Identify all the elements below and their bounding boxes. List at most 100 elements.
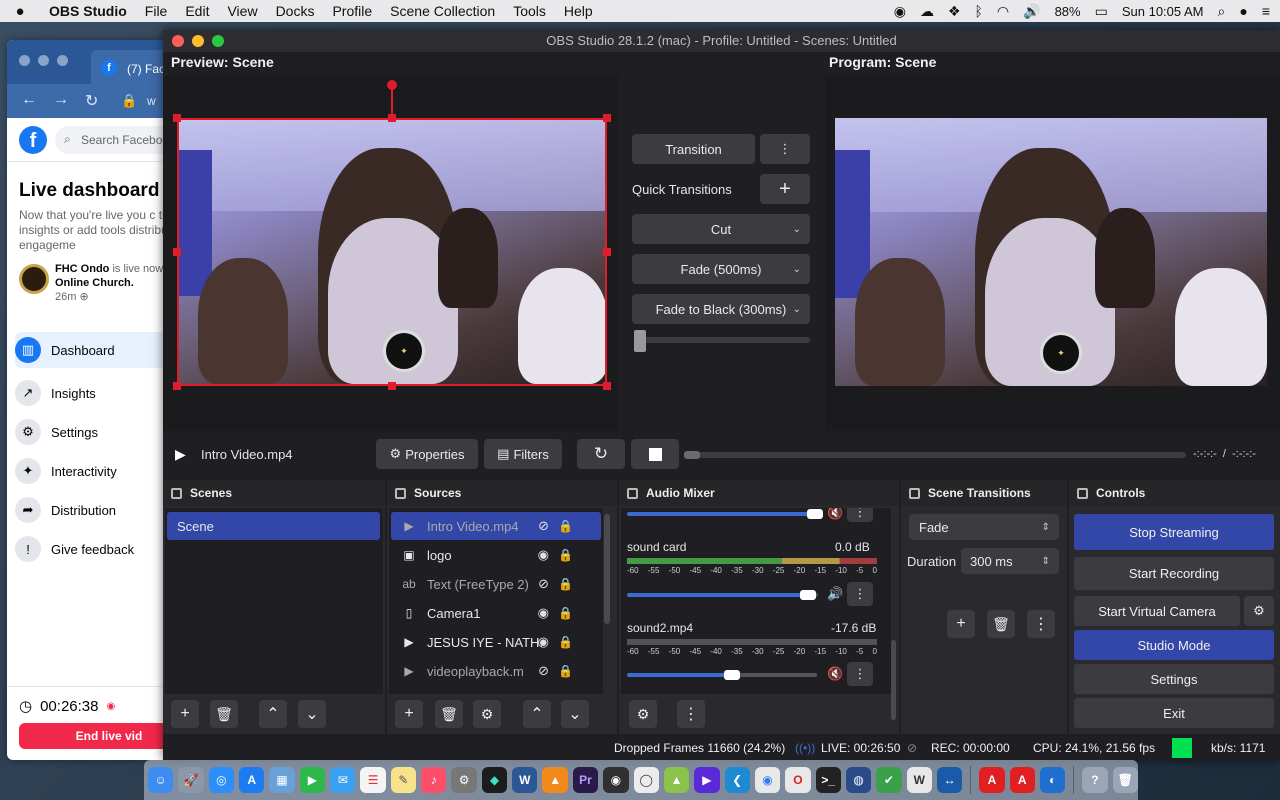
- dropbox-icon[interactable]: ❖: [948, 3, 961, 20]
- move-source-down-icon[interactable]: ⌄: [561, 700, 589, 728]
- studio-mode-button[interactable]: Studio Mode: [1074, 630, 1274, 660]
- properties-button[interactable]: ⚙ Properties: [376, 439, 478, 469]
- tool-icon[interactable]: ✔: [876, 767, 902, 793]
- volume-knob[interactable]: [800, 590, 816, 600]
- lock-icon[interactable]: 🔒: [558, 664, 573, 678]
- lock-icon[interactable]: 🔒: [558, 577, 573, 591]
- play-icon[interactable]: ▶: [175, 446, 186, 463]
- transition-properties-icon[interactable]: ⋮: [1027, 610, 1055, 638]
- exit-button[interactable]: Exit: [1074, 698, 1274, 728]
- transition-button[interactable]: Transition: [632, 134, 755, 164]
- control-center-icon[interactable]: ≡: [1262, 3, 1270, 19]
- zoom-window-button[interactable]: [212, 35, 224, 47]
- messages-icon[interactable]: ✉: [330, 767, 356, 793]
- end-live-video-button[interactable]: End live vid: [19, 723, 187, 749]
- remove-scene-icon[interactable]: 🗑: [210, 700, 238, 728]
- facetime-icon[interactable]: ▶: [299, 767, 326, 793]
- apple-icon[interactable]: ●: [0, 3, 40, 20]
- nav-insights[interactable]: ↗ Insights: [15, 375, 187, 411]
- preview-canvas[interactable]: ✦: [163, 76, 618, 431]
- minimize-window-button[interactable]: [38, 55, 49, 66]
- transition-more-icon[interactable]: ⋮: [760, 134, 810, 164]
- music-icon[interactable]: ♪: [421, 767, 447, 793]
- source-properties-gear-icon[interactable]: ⚙: [473, 700, 501, 728]
- remove-source-icon[interactable]: 🗑: [435, 700, 463, 728]
- page-name[interactable]: FHC Ondo: [55, 263, 109, 275]
- advanced-audio-gear-icon[interactable]: ⚙: [629, 700, 657, 728]
- chrome-icon[interactable]: ◉: [754, 767, 781, 793]
- menu-scene-collection[interactable]: Scene Collection: [381, 3, 504, 19]
- terminal-icon[interactable]: >_: [815, 767, 841, 793]
- move-scene-up-icon[interactable]: ⌃: [259, 700, 287, 728]
- acrobat-reader-icon[interactable]: A: [1009, 767, 1035, 793]
- filmora-icon[interactable]: ◆: [481, 767, 508, 793]
- transition-select[interactable]: Fade ⇕: [909, 514, 1059, 540]
- source-selection-box[interactable]: [177, 118, 607, 386]
- obs-icon[interactable]: ◉: [603, 767, 629, 793]
- opera-icon[interactable]: O: [785, 767, 811, 793]
- w-app-icon[interactable]: W: [906, 767, 932, 793]
- wifi-icon[interactable]: ◠: [997, 3, 1009, 20]
- trash-icon[interactable]: 🗑: [1112, 767, 1138, 793]
- lock-icon[interactable]: 🔒: [558, 519, 573, 533]
- app-store-icon[interactable]: A: [239, 767, 265, 793]
- transition-slider-handle[interactable]: [634, 330, 646, 352]
- settings-button[interactable]: Settings: [1074, 664, 1274, 694]
- stop-media-button[interactable]: [631, 439, 679, 469]
- webcam-icon[interactable]: ◯: [633, 767, 659, 793]
- siri-icon[interactable]: ●: [1239, 3, 1247, 19]
- hidden-eye-icon[interactable]: ⊘: [538, 576, 549, 592]
- nav-distribution[interactable]: ➦ Distribution: [15, 492, 187, 528]
- facebook-logo-icon[interactable]: f: [19, 126, 47, 154]
- forward-arrow-icon[interactable]: →: [53, 91, 69, 109]
- nav-interactivity[interactable]: ✦ Interactivity: [15, 453, 187, 489]
- menu-view[interactable]: View: [218, 3, 266, 19]
- nav-dashboard[interactable]: ▥ Dashboard: [15, 332, 187, 368]
- dock-float-icon[interactable]: [909, 487, 920, 499]
- start-recording-button[interactable]: Start Recording: [1074, 557, 1274, 590]
- muted-speaker-icon[interactable]: 🔇: [827, 508, 843, 521]
- menu-profile[interactable]: Profile: [323, 3, 381, 19]
- volume-slider[interactable]: [627, 670, 817, 680]
- cloud-icon[interactable]: ☁: [920, 3, 934, 20]
- close-window-button[interactable]: [19, 55, 30, 66]
- transition-slider[interactable]: [634, 337, 810, 343]
- reminders-icon[interactable]: ☰: [360, 767, 386, 793]
- start-virtual-camera-button[interactable]: Start Virtual Camera: [1074, 596, 1240, 626]
- scene-item[interactable]: Scene: [167, 512, 380, 540]
- muted-speaker-icon[interactable]: 🔇: [827, 666, 843, 682]
- spotlight-search-icon[interactable]: ⌕: [1218, 3, 1226, 20]
- launchpad-icon[interactable]: 🚀: [178, 767, 204, 793]
- system-preferences-icon[interactable]: ⚙: [451, 767, 477, 793]
- notes-icon[interactable]: ✎: [390, 767, 417, 793]
- menu-app-name[interactable]: OBS Studio: [40, 3, 136, 19]
- finder-icon[interactable]: ☺: [148, 767, 174, 793]
- word-icon[interactable]: W: [512, 767, 538, 793]
- premiere-icon[interactable]: Pr: [572, 767, 599, 793]
- add-scene-icon[interactable]: +: [171, 700, 199, 728]
- menu-help[interactable]: Help: [555, 3, 602, 19]
- audio-scrollbar[interactable]: [891, 640, 896, 720]
- rotation-handle[interactable]: [387, 80, 397, 90]
- volume-icon[interactable]: 🔊: [1023, 3, 1040, 20]
- nav-settings[interactable]: ⚙ Settings: [15, 414, 187, 450]
- audio-menu-icon[interactable]: ⋮: [847, 508, 873, 522]
- teamviewer-icon[interactable]: ↔: [936, 767, 963, 793]
- speaker-icon[interactable]: 🔊: [827, 586, 843, 602]
- volume-slider[interactable]: [627, 509, 823, 519]
- status-app-icon[interactable]: ◉: [894, 3, 906, 20]
- zoom-window-button[interactable]: [57, 55, 68, 66]
- lock-icon[interactable]: 🔒: [558, 606, 573, 620]
- lock-icon[interactable]: 🔒: [558, 548, 573, 562]
- acrobat-icon[interactable]: A: [979, 767, 1005, 793]
- volume-knob[interactable]: [724, 670, 740, 680]
- media-seek-bar[interactable]: [684, 452, 1186, 458]
- media-seek-handle[interactable]: [684, 451, 700, 459]
- move-source-up-icon[interactable]: ⌃: [523, 700, 551, 728]
- close-window-button[interactable]: [172, 35, 184, 47]
- restart-media-icon[interactable]: ↻: [577, 439, 625, 469]
- safari-icon[interactable]: ◎: [208, 767, 235, 793]
- edge-icon[interactable]: ◐: [1039, 767, 1066, 793]
- source-item[interactable]: ▣ logo ◉ 🔒: [391, 541, 601, 569]
- reload-icon[interactable]: ↻: [85, 91, 98, 111]
